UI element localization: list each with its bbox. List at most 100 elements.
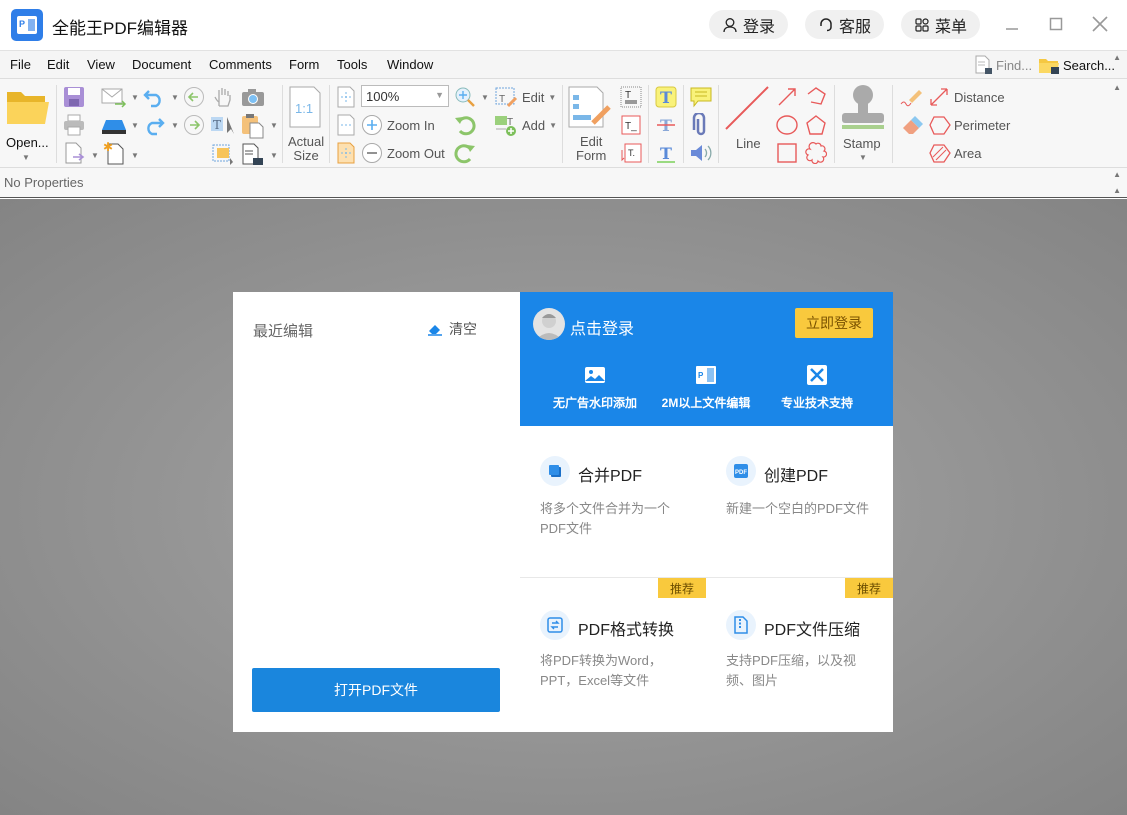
zoom-tool-button[interactable] (453, 85, 477, 109)
close-button[interactable] (1088, 12, 1112, 36)
undo-button[interactable] (142, 85, 166, 109)
fit-width-button[interactable] (335, 113, 357, 137)
rotate-left-button[interactable] (453, 113, 477, 137)
convert-pdf-card[interactable]: 推荐 PDF格式转换 将PDF转换为Word，PPT，Excel等文件 (520, 578, 707, 730)
cloud-tool-button[interactable] (804, 141, 828, 165)
login-now-button[interactable]: 立即登录 (795, 308, 873, 338)
text-field-button[interactable]: T (619, 85, 643, 109)
clear-recent-button[interactable]: 清空 (427, 319, 477, 339)
line-tool-button[interactable] (722, 85, 772, 131)
distance-tool-button[interactable]: Distance (928, 85, 1018, 109)
zoom-level-select[interactable]: 100% ▼ (361, 85, 449, 107)
underline-button[interactable]: T (654, 141, 678, 165)
snapshot-button[interactable] (240, 85, 266, 109)
maximize-button[interactable] (1044, 12, 1068, 36)
click-to-login-link[interactable]: 点击登录 (570, 315, 634, 339)
email-button[interactable] (101, 85, 127, 109)
collapse-ribbon-icon[interactable]: ▲ (1113, 53, 1121, 62)
menu-file[interactable]: File (10, 57, 31, 72)
polygon-tool-button[interactable] (804, 113, 828, 137)
export-dropdown-caret[interactable]: ▼ (91, 151, 99, 160)
fit-visible-button[interactable] (335, 141, 357, 165)
sound-button[interactable] (688, 141, 714, 165)
print-button[interactable] (62, 113, 86, 137)
select-text-button[interactable]: T (210, 113, 238, 137)
open-button[interactable] (4, 87, 52, 129)
scan-button[interactable] (101, 113, 127, 137)
save-button[interactable] (62, 85, 86, 109)
collapse-properties-icon[interactable]: ▲ (1113, 170, 1121, 179)
find-tool-dropdown-caret[interactable]: ▼ (270, 151, 278, 160)
eraser-button[interactable] (898, 113, 924, 137)
highlight-button[interactable]: T (654, 85, 678, 109)
actual-size-button[interactable]: 1:1 (288, 85, 322, 129)
service-pill-button[interactable]: 客服 (805, 10, 885, 39)
menu-document[interactable]: Document (132, 57, 191, 72)
clipboard-dropdown-caret[interactable]: ▼ (270, 121, 278, 130)
compress-pdf-card[interactable]: 推荐 PDF文件压缩 支持PDF压缩，以及视频、图片 (706, 578, 893, 730)
previous-view-button[interactable] (182, 85, 206, 109)
redo-button[interactable] (142, 113, 166, 137)
add-content-label: Add (522, 117, 546, 133)
stamp-button[interactable] (840, 83, 886, 131)
oval-tool-button[interactable] (775, 113, 799, 137)
strikeout-button[interactable]: T (654, 113, 678, 137)
create-pdf-card[interactable]: PDF 创建PDF 新建一个空白的PDF文件 (706, 426, 893, 578)
zoom-out-button[interactable]: Zoom Out (361, 141, 451, 165)
note-button[interactable] (688, 85, 714, 109)
menu-tools[interactable]: Tools (337, 57, 367, 72)
avatar[interactable] (533, 308, 565, 340)
attach-file-button[interactable] (688, 113, 714, 137)
collapse-toolbar-icon[interactable]: ▲ (1113, 83, 1121, 92)
zoom-in-button[interactable]: Zoom In (361, 113, 447, 137)
edit-form-button[interactable] (567, 85, 613, 129)
polyline-tool-button[interactable] (804, 85, 828, 109)
perimeter-tool-button[interactable]: Perimeter (928, 113, 1024, 137)
new-doc-dropdown-caret[interactable]: ▼ (131, 151, 139, 160)
login-pill-button[interactable]: 登录 (709, 10, 789, 39)
area-tool-button[interactable]: Area (928, 141, 998, 165)
open-dropdown-caret[interactable]: ▼ (22, 153, 30, 162)
new-document-button[interactable]: ✱ (101, 141, 127, 165)
line-tool-label[interactable]: Line (736, 136, 761, 151)
scan-dropdown-caret[interactable]: ▼ (131, 121, 139, 130)
select-annotation-button[interactable] (210, 141, 238, 167)
menu-edit[interactable]: Edit (47, 57, 69, 72)
rotate-right-button[interactable] (453, 141, 477, 165)
clipboard-button[interactable] (240, 113, 266, 139)
find-label: Find... (996, 57, 1033, 73)
arrow-tool-button[interactable] (775, 85, 799, 109)
actual-size-label[interactable]: Actual Size (288, 135, 324, 163)
menu-comments[interactable]: Comments (209, 57, 272, 72)
export-button[interactable] (62, 141, 86, 165)
next-view-button[interactable] (182, 113, 206, 137)
stamp-dropdown-caret[interactable]: ▼ (859, 153, 867, 162)
rectangle-tool-button[interactable] (775, 141, 799, 165)
open-label[interactable]: Open... (6, 135, 49, 150)
add-content-button[interactable]: T Add ▼ (494, 113, 564, 137)
redo-dropdown-caret[interactable]: ▼ (171, 121, 179, 130)
find-tool-button[interactable] (240, 141, 266, 167)
merge-pdf-card[interactable]: 合并PDF 将多个文件合并为一个PDF文件 (520, 426, 707, 578)
menu-form[interactable]: Form (289, 57, 319, 72)
edit-form-label[interactable]: Edit Form (576, 135, 606, 163)
email-dropdown-caret[interactable]: ▼ (131, 93, 139, 102)
stamp-label[interactable]: Stamp (843, 136, 881, 151)
form-text-button[interactable]: T_ (619, 113, 643, 137)
menu-window[interactable]: Window (387, 57, 433, 72)
fit-page-button[interactable] (335, 85, 357, 109)
search-button[interactable]: Search... (1038, 55, 1115, 75)
find-button[interactable]: Find... (973, 55, 1032, 75)
zoom-tool-dropdown-caret[interactable]: ▼ (481, 93, 489, 102)
menu-pill-button[interactable]: 菜单 (901, 10, 981, 39)
hand-tool-button[interactable] (212, 85, 236, 109)
expand-properties-icon[interactable]: ▲ (1113, 186, 1121, 195)
svg-text:T: T (660, 144, 672, 163)
undo-dropdown-caret[interactable]: ▼ (171, 93, 179, 102)
edit-content-button[interactable]: T Edit ▼ (494, 85, 564, 109)
menu-view[interactable]: View (87, 57, 115, 72)
form-dropdown-button[interactable]: T. (619, 141, 643, 165)
minimize-button[interactable] (1000, 12, 1024, 36)
open-pdf-button[interactable]: 打开PDF文件 (252, 668, 500, 712)
pencil-button[interactable] (898, 85, 924, 109)
